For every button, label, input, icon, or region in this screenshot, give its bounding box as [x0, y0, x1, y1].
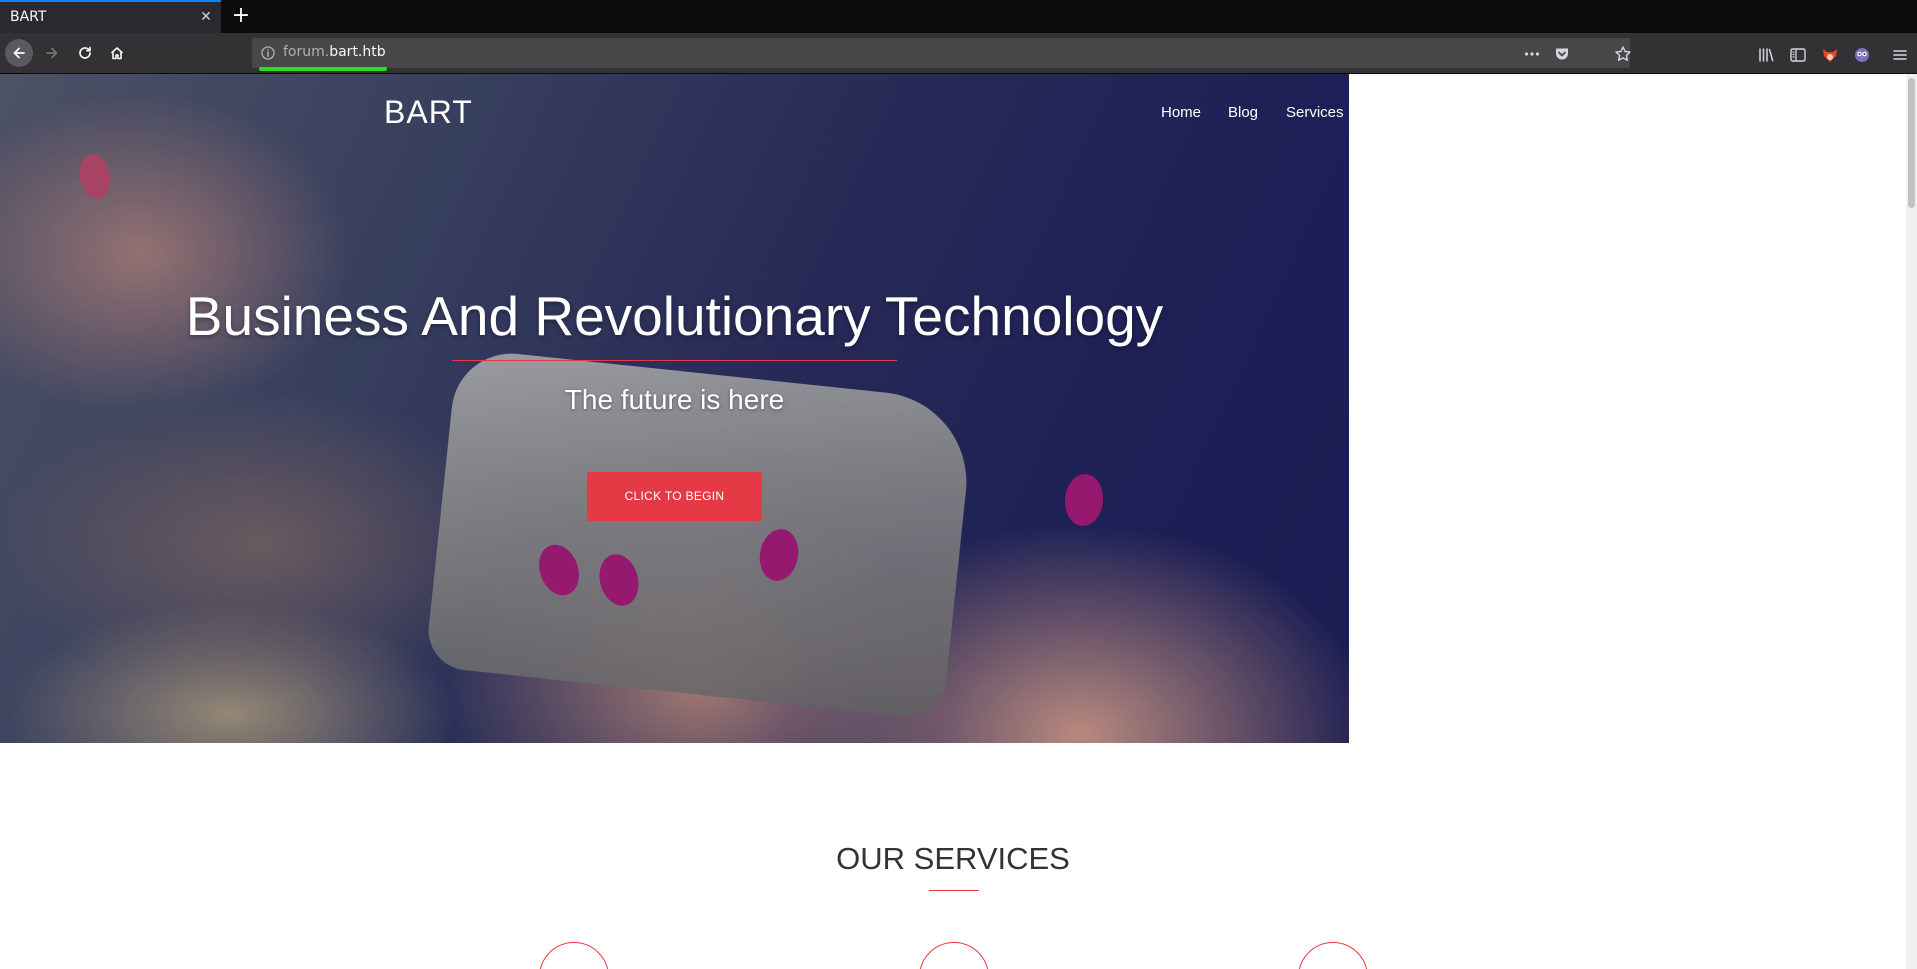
- services-divider: [929, 890, 979, 891]
- url-domain: bart.htb: [329, 44, 386, 60]
- url-subdomain: forum.: [283, 44, 330, 60]
- star-icon[interactable]: [1614, 45, 1632, 63]
- forward-arrow-icon[interactable]: [38, 39, 66, 67]
- hero-tagline: The future is here: [564, 384, 785, 415]
- scrollbar-thumb[interactable]: [1908, 78, 1915, 208]
- nav-blog[interactable]: Blog: [1228, 104, 1258, 121]
- service-icon-circle: [919, 942, 989, 969]
- tab-title: BART: [10, 9, 47, 25]
- back-arrow-icon[interactable]: [5, 39, 33, 67]
- hero-headline: Business And Revolutionary Technology: [185, 285, 1164, 347]
- site-brand[interactable]: BART: [384, 94, 473, 131]
- nav-services[interactable]: Services: [1286, 104, 1344, 121]
- new-tab-icon[interactable]: +: [229, 3, 253, 29]
- page-viewport: BART Home Blog Services Business And Rev…: [0, 74, 1917, 969]
- nav-home[interactable]: Home: [1161, 104, 1201, 121]
- tab-strip: BART ✕ +: [0, 0, 1917, 33]
- hamburger-menu-icon[interactable]: [1890, 45, 1910, 65]
- info-icon[interactable]: [260, 45, 276, 61]
- services-title: OUR SERVICES: [836, 841, 1070, 876]
- reload-icon[interactable]: [71, 39, 99, 67]
- url-bar[interactable]: forum.bart.htb: [252, 38, 1632, 68]
- more-icon[interactable]: [1523, 45, 1541, 63]
- hero-banner: BART Home Blog Services Business And Rev…: [0, 74, 1349, 743]
- navigation-toolbar: forum.bart.htb: [0, 33, 1917, 74]
- page-scrollbar[interactable]: [1906, 74, 1917, 969]
- page-load-progress: [259, 67, 387, 71]
- service-icon-circle: [1298, 942, 1368, 969]
- url-text[interactable]: forum.bart.htb: [283, 44, 386, 60]
- fox-extension-icon[interactable]: [1820, 45, 1840, 65]
- home-icon[interactable]: [103, 39, 131, 67]
- owl-extension-icon[interactable]: [1852, 45, 1872, 65]
- library-icon[interactable]: [1756, 45, 1776, 65]
- active-tab[interactable]: BART ✕: [0, 0, 221, 33]
- sidebar-icon[interactable]: [1788, 45, 1808, 65]
- close-tab-icon[interactable]: ✕: [198, 8, 214, 26]
- headline-divider: [452, 360, 897, 361]
- pocket-icon[interactable]: [1553, 45, 1571, 63]
- click-to-begin-button[interactable]: CLICK TO BEGIN: [587, 472, 762, 521]
- service-icon-circle: [539, 942, 609, 969]
